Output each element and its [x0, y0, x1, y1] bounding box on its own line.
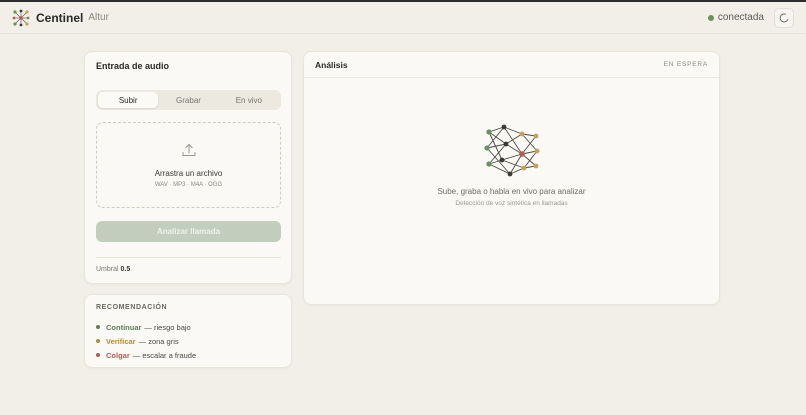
threshold-value: 0.5: [120, 266, 131, 273]
tab-upload[interactable]: Subir: [98, 92, 159, 108]
analysis-title: Análisis: [315, 60, 348, 70]
analyze-call-button[interactable]: Analizar llamada: [96, 221, 281, 242]
moon-icon: [779, 13, 789, 22]
brand-name: Centinel: [36, 10, 84, 25]
analysis-card: Análisis EN ESPERA Sube, graba o habla e…: [303, 51, 720, 305]
list-item: Verificar — zona gris: [96, 334, 196, 348]
recommendation-desc: — riesgo bajo: [144, 322, 191, 332]
empty-state-title: Sube, graba o habla en vivo para analiza…: [437, 187, 586, 196]
list-item: Continuar — riesgo bajo: [96, 320, 196, 334]
recommendation-card: RECOMENDACIÓN Continuar — riesgo bajo Ve…: [84, 294, 292, 368]
tab-record[interactable]: Grabar: [158, 92, 218, 108]
recommendation-label: Verificar: [106, 336, 136, 346]
dropzone-formats: WAV · MP3 · M4A · OGG: [154, 182, 223, 188]
audio-input-title: Entrada de audio: [96, 61, 170, 71]
recommendation-list: Continuar — riesgo bajo Verificar — zona…: [96, 320, 196, 362]
input-mode-tabs: Subir Grabar En vivo: [96, 90, 281, 110]
recommendation-label: Continuar: [106, 322, 142, 332]
threshold-label: Umbral: [96, 266, 119, 273]
file-dropzone[interactable]: Arrastra un archivo WAV · MP3 · M4A · OG…: [96, 122, 281, 208]
bullet-dot-icon: [96, 325, 100, 329]
threshold-readout: Umbral 0.5: [96, 266, 130, 273]
brand-subtitle: Altur: [88, 12, 109, 23]
status-dot-icon: [707, 14, 714, 21]
analysis-status-badge: EN ESPERA: [663, 61, 708, 68]
top-bar: Centinel Altur conectada: [0, 2, 806, 34]
recommendation-desc: — escalar a fraude: [132, 350, 197, 360]
dropzone-title: Arrastra un archivo: [154, 169, 223, 178]
audio-input-card: Entrada de audio Subir Grabar En vivo Ar…: [84, 51, 292, 284]
neural-network-icon: [484, 124, 540, 177]
bullet-dot-icon: [96, 339, 100, 343]
centinel-logo-icon: [12, 9, 30, 26]
bullet-dot-icon: [96, 353, 100, 357]
upload-icon: [182, 143, 196, 156]
recommendation-title: RECOMENDACIÓN: [96, 304, 168, 311]
connection-status-label: conectada: [717, 12, 764, 23]
analysis-header: Análisis EN ESPERA: [304, 52, 719, 78]
recommendation-label: Colgar: [106, 350, 130, 360]
divider: [96, 257, 281, 258]
recommendation-desc: — zona gris: [138, 336, 179, 346]
tab-live[interactable]: En vivo: [219, 92, 279, 108]
theme-toggle-button[interactable]: [774, 7, 794, 28]
connection-status: conectada: [707, 12, 764, 23]
empty-state-subtitle: Detección de voz sintética en llamadas: [455, 200, 568, 207]
list-item: Colgar — escalar a fraude: [96, 348, 196, 362]
